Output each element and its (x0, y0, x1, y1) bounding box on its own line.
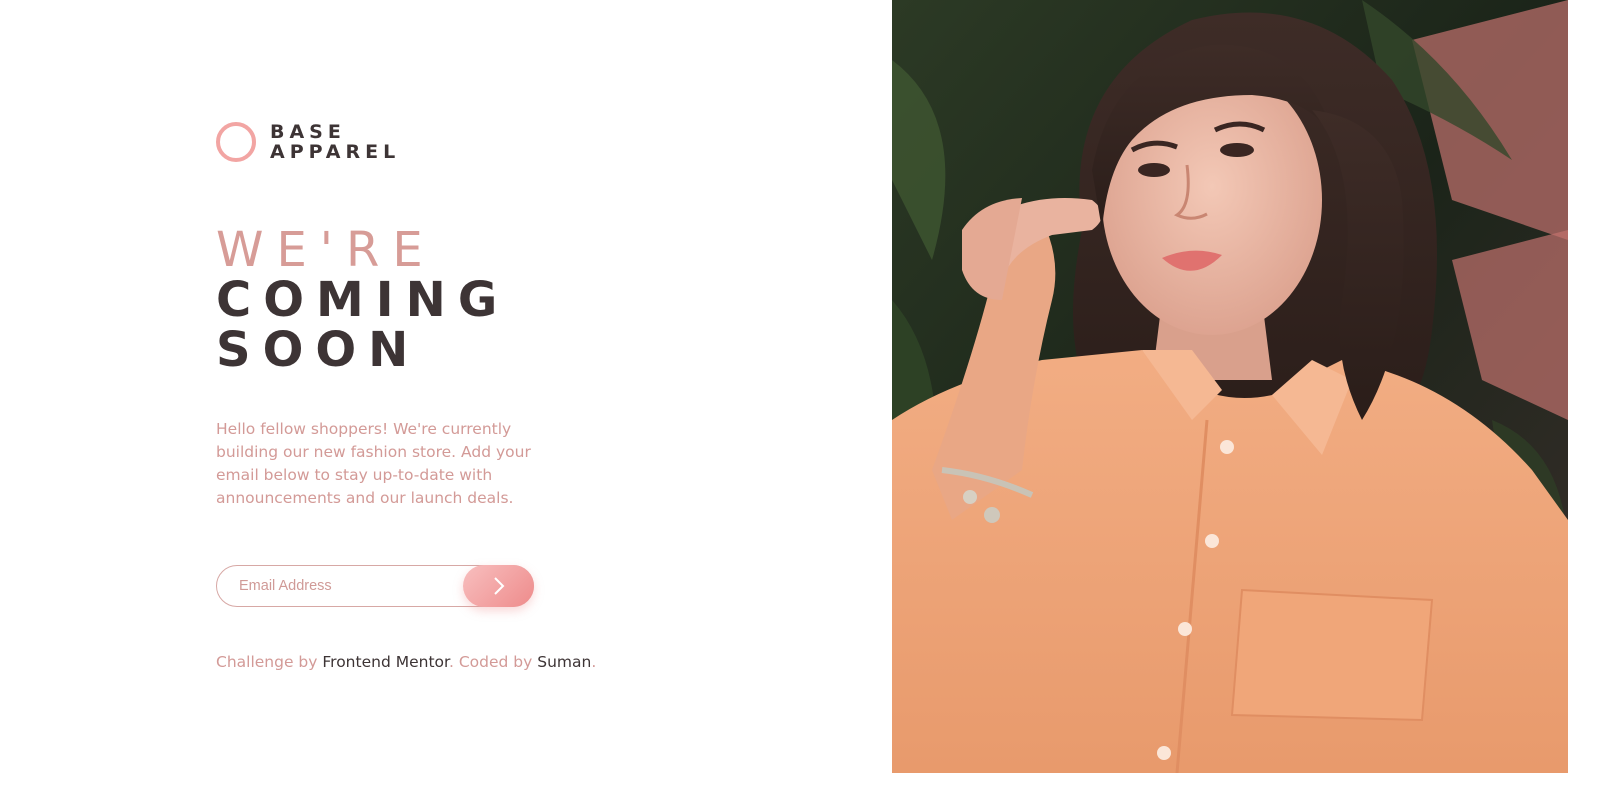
logo-text: BASE APPAREL (270, 122, 400, 162)
page-title: We're coming soon (216, 225, 636, 375)
separator: . (448, 653, 454, 671)
hero-image (892, 0, 1568, 773)
hero-photo-woman-icon (892, 0, 1568, 773)
author-link[interactable]: Suman (537, 653, 591, 671)
attribution-end: . (591, 653, 597, 671)
arrow-right-icon (493, 577, 504, 595)
intro-text: Hello fellow shoppers! We're currently b… (216, 420, 531, 507)
coded-prefix: Coded by (458, 653, 533, 671)
logo-line-2: APPAREL (270, 141, 401, 163)
frontend-mentor-link[interactable]: Frontend Mentor (322, 653, 449, 671)
page: BASE APPAREL We're coming soon Hello fel… (0, 0, 1600, 793)
logo-line-1: BASE (270, 121, 346, 143)
left-panel: BASE APPAREL We're coming soon Hello fel… (0, 0, 892, 793)
attribution: Challenge by Frontend Mentor. Coded by S… (216, 653, 636, 671)
title-line-1: We're (216, 222, 436, 278)
challenge-prefix: Challenge by (216, 653, 318, 671)
subscribe-form (216, 565, 534, 607)
title-line-3: soon (216, 322, 421, 378)
main-content: BASE APPAREL We're coming soon Hello fel… (216, 121, 636, 671)
title-line-2: coming (216, 272, 510, 328)
submit-button[interactable] (463, 565, 534, 607)
logo-ring-icon (216, 122, 256, 162)
logo: BASE APPAREL (216, 121, 636, 163)
